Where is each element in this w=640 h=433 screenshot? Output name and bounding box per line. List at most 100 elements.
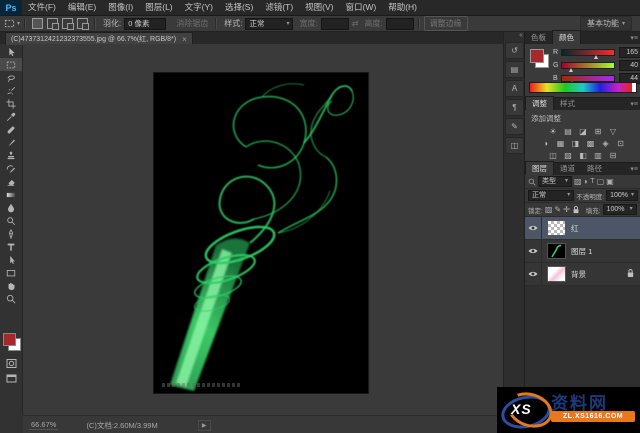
history-panel-icon[interactable]: ↺ bbox=[505, 42, 524, 59]
layer-row-layer1[interactable]: 图层 1 bbox=[525, 240, 640, 263]
rectangular-marquee-tool[interactable] bbox=[0, 58, 22, 71]
rectangle-tool[interactable] bbox=[0, 266, 22, 279]
layer-thumbnail[interactable] bbox=[547, 220, 566, 236]
move-tool[interactable] bbox=[0, 45, 22, 58]
tab-styles[interactable]: 样式 bbox=[554, 97, 581, 110]
status-flyout-button[interactable]: ▶ bbox=[198, 420, 211, 431]
brightness-contrast-icon[interactable]: ☀ bbox=[546, 125, 560, 137]
lock-all-icon[interactable] bbox=[572, 205, 580, 214]
tab-color[interactable]: 颜色 bbox=[552, 30, 581, 44]
invert-icon[interactable]: ◫ bbox=[546, 149, 560, 161]
menu-filter[interactable]: 滤镜(T) bbox=[259, 0, 299, 15]
menu-layer[interactable]: 图层(L) bbox=[139, 0, 178, 15]
red-slider-marker[interactable] bbox=[594, 55, 598, 59]
layer-row-background[interactable]: 背景 bbox=[525, 263, 640, 286]
crop-tool[interactable] bbox=[0, 97, 22, 110]
tab-swatches[interactable]: 色板 bbox=[525, 31, 552, 44]
hue-saturation-icon[interactable]: ◑ bbox=[539, 137, 553, 149]
selection-subtract-button[interactable] bbox=[62, 18, 73, 29]
path-selection-tool[interactable] bbox=[0, 253, 22, 266]
photo-filter-icon[interactable]: ▩ bbox=[584, 137, 598, 149]
posterize-icon[interactable]: ▨ bbox=[561, 149, 575, 161]
layer-name[interactable]: 红 bbox=[571, 223, 579, 234]
width-input[interactable] bbox=[321, 18, 349, 30]
brush-tool[interactable] bbox=[0, 136, 22, 149]
tool-preset-picker[interactable]: ▾ bbox=[4, 18, 20, 29]
lock-pixels-icon[interactable]: ✎ bbox=[554, 205, 561, 214]
red-slider[interactable] bbox=[561, 49, 615, 56]
filter-smart-object-icon[interactable]: ▣ bbox=[606, 177, 614, 186]
menu-window[interactable]: 窗口(W) bbox=[340, 0, 383, 15]
selective-color-icon[interactable]: ⊟ bbox=[606, 149, 620, 161]
panel-menu-icon[interactable]: ▾≡ bbox=[630, 34, 638, 42]
lasso-tool[interactable] bbox=[0, 71, 22, 84]
style-select[interactable]: 正常▾ bbox=[245, 18, 293, 30]
blue-slider[interactable] bbox=[561, 75, 615, 82]
channel-mixer-icon[interactable]: ◈ bbox=[599, 137, 613, 149]
color-balance-icon[interactable]: ▦ bbox=[554, 137, 568, 149]
foreground-color-swatch[interactable] bbox=[530, 49, 544, 63]
gradient-tool[interactable] bbox=[0, 188, 22, 201]
quick-mask-button[interactable] bbox=[0, 357, 22, 370]
visibility-toggle[interactable] bbox=[525, 240, 542, 262]
threshold-icon[interactable]: ◧ bbox=[576, 149, 590, 161]
menu-file[interactable]: 文件(F) bbox=[22, 0, 62, 15]
filter-type-select[interactable]: 类型▾ bbox=[538, 176, 572, 187]
filter-shape-icon[interactable]: ▢ bbox=[597, 177, 605, 186]
blur-tool[interactable] bbox=[0, 201, 22, 214]
black-white-icon[interactable]: ◨ bbox=[569, 137, 583, 149]
info-panel-icon[interactable]: ◫ bbox=[505, 137, 524, 154]
color-spectrum-ramp[interactable] bbox=[529, 82, 637, 93]
visibility-toggle[interactable] bbox=[525, 263, 542, 285]
gradient-map-icon[interactable]: ▥ bbox=[591, 149, 605, 161]
filter-type-icon[interactable]: T bbox=[590, 178, 594, 185]
dodge-tool[interactable] bbox=[0, 214, 22, 227]
height-input[interactable] bbox=[386, 18, 414, 30]
menu-edit[interactable]: 编辑(E) bbox=[62, 0, 102, 15]
history-brush-tool[interactable] bbox=[0, 162, 22, 175]
close-tab-icon[interactable]: × bbox=[182, 35, 187, 44]
curves-icon[interactable]: ◪ bbox=[576, 125, 590, 137]
vibrance-icon[interactable]: ▽ bbox=[606, 125, 620, 137]
blend-mode-select[interactable]: 正常▾ bbox=[528, 190, 574, 201]
red-value-field[interactable]: 165 bbox=[619, 47, 640, 58]
menu-help[interactable]: 帮助(H) bbox=[382, 0, 423, 15]
quick-selection-tool[interactable] bbox=[0, 84, 22, 97]
paragraph-panel-icon[interactable]: ¶ bbox=[505, 99, 524, 116]
eyedropper-tool[interactable] bbox=[0, 110, 22, 123]
document-image[interactable] bbox=[153, 72, 369, 394]
tab-channels[interactable]: 通道 bbox=[554, 162, 581, 175]
eraser-tool[interactable] bbox=[0, 175, 22, 188]
green-slider[interactable] bbox=[561, 62, 615, 69]
healing-brush-tool[interactable] bbox=[0, 123, 22, 136]
tab-paths[interactable]: 路径 bbox=[581, 162, 608, 175]
screen-mode-button[interactable] bbox=[0, 372, 22, 385]
color-lookup-icon[interactable]: ⊡ bbox=[614, 137, 628, 149]
refine-edge-button[interactable]: 调整边缘 bbox=[424, 16, 468, 31]
layer-row-red[interactable]: 红 bbox=[525, 217, 640, 240]
swap-dimensions-icon[interactable]: ⇄ bbox=[352, 19, 359, 28]
clone-stamp-tool[interactable] bbox=[0, 149, 22, 162]
exposure-icon[interactable]: ⊞ bbox=[591, 125, 605, 137]
fill-field[interactable]: 100%▾ bbox=[603, 204, 637, 215]
selection-add-button[interactable] bbox=[47, 18, 58, 29]
layer-thumbnail[interactable] bbox=[547, 266, 566, 282]
visibility-toggle[interactable] bbox=[525, 217, 542, 239]
tab-adjustments[interactable]: 调整 bbox=[525, 96, 554, 110]
pen-tool[interactable] bbox=[0, 227, 22, 240]
feather-input[interactable]: 0 像素 bbox=[124, 18, 166, 30]
panel-menu-icon[interactable]: ▾≡ bbox=[630, 165, 638, 173]
menu-select[interactable]: 选择(S) bbox=[219, 0, 259, 15]
selection-new-button[interactable] bbox=[32, 18, 43, 29]
layer-name[interactable]: 背景 bbox=[571, 269, 586, 280]
character-panel-icon[interactable]: A bbox=[505, 80, 524, 97]
actions-panel-icon[interactable]: ▤ bbox=[505, 61, 524, 78]
zoom-level-field[interactable]: 66.67% bbox=[29, 420, 58, 430]
levels-icon[interactable]: ▤ bbox=[561, 125, 575, 137]
panel-menu-icon[interactable]: ▾≡ bbox=[630, 100, 638, 108]
tab-layers[interactable]: 图层 bbox=[525, 161, 554, 175]
menu-view[interactable]: 视图(V) bbox=[299, 0, 339, 15]
canvas-pasteboard[interactable] bbox=[23, 44, 503, 415]
layer-name[interactable]: 图层 1 bbox=[571, 246, 592, 257]
type-tool[interactable] bbox=[0, 240, 22, 253]
